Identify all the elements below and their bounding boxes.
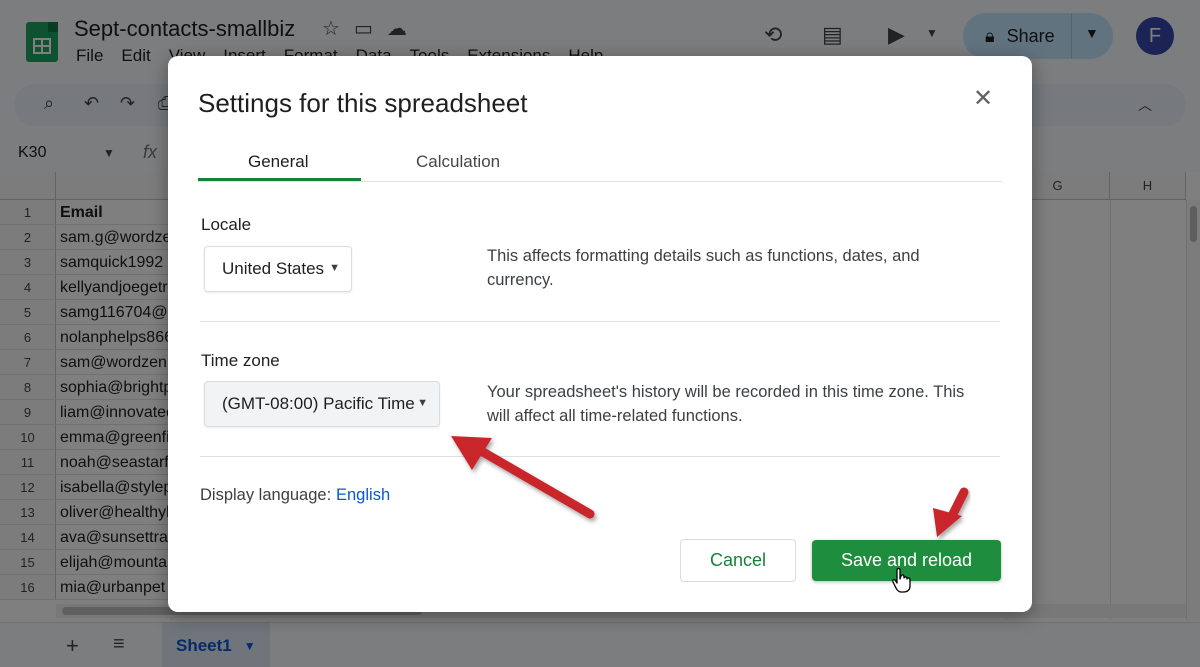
locale-select[interactable]: United States ▼ bbox=[204, 246, 352, 292]
settings-dialog: Settings for this spreadsheet ✕ General … bbox=[168, 56, 1032, 612]
timezone-label: Time zone bbox=[201, 351, 280, 370]
locale-label: Locale bbox=[201, 215, 252, 234]
display-language-label: Display language: bbox=[200, 486, 332, 504]
display-language-link[interactable]: English bbox=[336, 486, 390, 505]
chevron-down-icon: ▼ bbox=[329, 262, 340, 274]
timezone-description: Your spreadsheet's history will be recor… bbox=[487, 383, 965, 425]
locale-value: United States bbox=[222, 259, 325, 278]
timezone-select[interactable]: (GMT-08:00) Pacific Time ▼ bbox=[204, 381, 440, 427]
divider bbox=[200, 321, 1000, 322]
timezone-value: (GMT-08:00) Pacific Time bbox=[222, 394, 415, 413]
dialog-title: Settings for this spreadsheet bbox=[198, 88, 528, 118]
close-icon[interactable]: ✕ bbox=[968, 84, 998, 114]
divider bbox=[200, 456, 1000, 457]
active-tab-indicator bbox=[198, 178, 361, 181]
dialog-tabs: General Calculation bbox=[198, 146, 1002, 182]
tab-general[interactable]: General bbox=[248, 152, 308, 172]
save-and-reload-button[interactable]: Save and reload bbox=[812, 540, 1001, 581]
cancel-button[interactable]: Cancel bbox=[680, 539, 796, 582]
tab-calculation[interactable]: Calculation bbox=[416, 152, 500, 172]
locale-description: This affects formatting details such as … bbox=[487, 247, 920, 289]
chevron-down-icon: ▼ bbox=[417, 397, 428, 409]
